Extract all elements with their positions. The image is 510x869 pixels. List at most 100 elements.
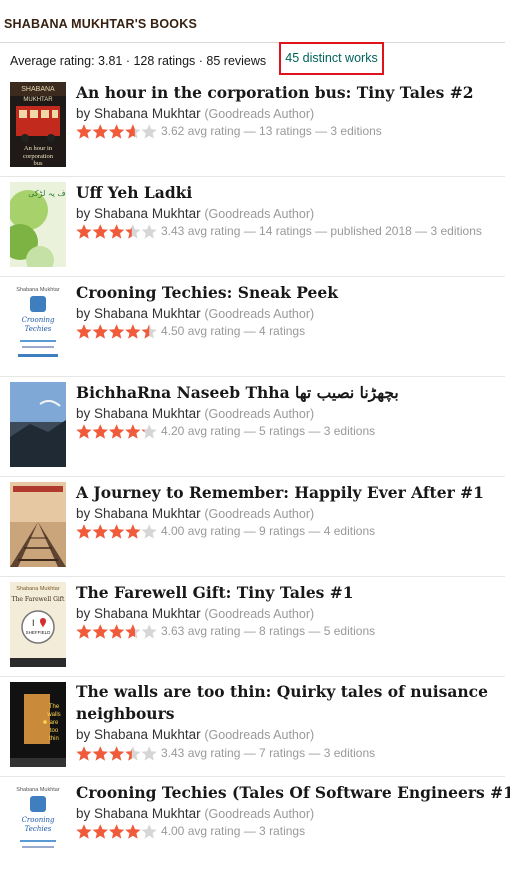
star-rating bbox=[76, 224, 157, 239]
svg-text:The: The bbox=[49, 704, 60, 710]
book-title-link[interactable]: BichhaRna Naseeb Thha بچھڑنا نصیب تھا bbox=[76, 383, 399, 402]
book-cover[interactable]: اف یہ لڑکی bbox=[10, 182, 66, 267]
book-title-link[interactable]: The walls are too thin: Quirky tales of … bbox=[76, 681, 496, 725]
cover-text: Shabana Mukhtar bbox=[16, 787, 60, 793]
star-icon bbox=[141, 746, 157, 761]
book-cover[interactable]: Shabana Mukhtar Crooning Techies bbox=[10, 782, 66, 867]
row-divider bbox=[0, 576, 505, 577]
star-icon-filled bbox=[92, 624, 108, 639]
author-link[interactable]: Shabana Mukhtar bbox=[94, 406, 201, 421]
cover-text: Shabana Mukhtar bbox=[16, 586, 60, 592]
star-icon-filled bbox=[108, 746, 125, 761]
svg-text:I: I bbox=[32, 618, 35, 628]
row-divider bbox=[0, 776, 505, 777]
star-icon bbox=[141, 624, 157, 639]
star-icon-filled bbox=[92, 324, 108, 339]
svg-text:thin: thin bbox=[49, 736, 59, 742]
author-link[interactable]: Shabana Mukhtar bbox=[94, 506, 201, 521]
book-cover[interactable]: Shabana Mukhtar The Farewell Gift I SHEF… bbox=[10, 582, 66, 667]
author-stats: Average rating: 3.81 · 128 ratings · 85 … bbox=[10, 54, 267, 68]
star-icon-filled bbox=[76, 124, 92, 139]
star-icon bbox=[141, 224, 157, 239]
row-divider bbox=[0, 476, 505, 477]
star-rating bbox=[76, 324, 157, 339]
rating-meta: 4.20 avg rating — 5 ratings — 3 editions bbox=[161, 424, 376, 438]
star-icon-filled bbox=[92, 224, 108, 239]
author-link[interactable]: Shabana Mukhtar bbox=[94, 106, 201, 121]
cover-text: MUKHTAR bbox=[23, 97, 53, 103]
author-tag: (Goodreads Author) bbox=[204, 807, 315, 821]
svg-text:bus: bus bbox=[33, 160, 43, 167]
star-rating bbox=[76, 124, 157, 139]
book-cover[interactable]: Shabana Mukhtar Crooning Techies bbox=[10, 282, 66, 367]
star-icon-filled bbox=[76, 824, 92, 839]
star-icon-filled bbox=[108, 524, 125, 539]
row-divider bbox=[0, 376, 505, 377]
book-title-link[interactable]: Crooning Techies: Sneak Peek bbox=[76, 283, 338, 302]
author-link[interactable]: Shabana Mukhtar bbox=[94, 306, 201, 321]
book-byline: by Shabana Mukhtar (Goodreads Author) bbox=[76, 506, 315, 521]
star-icon bbox=[141, 124, 157, 139]
book-title-link[interactable]: A Journey to Remember: Happily Ever Afte… bbox=[76, 483, 484, 502]
star-icon-filled bbox=[76, 424, 92, 439]
star-icon bbox=[141, 824, 157, 839]
book-cover[interactable]: The walls are too thin bbox=[10, 682, 66, 767]
book-cover[interactable]: SHABANA MUKHTAR An hour in corporation b… bbox=[10, 82, 66, 167]
star-rating bbox=[76, 746, 157, 761]
book-byline: by Shabana Mukhtar (Goodreads Author) bbox=[76, 306, 315, 321]
book-cover[interactable] bbox=[10, 382, 66, 467]
cover-text: اف یہ لڑکی bbox=[28, 189, 66, 198]
row-divider bbox=[0, 176, 505, 177]
star-icon-filled bbox=[76, 224, 92, 239]
book-byline: by Shabana Mukhtar (Goodreads Author) bbox=[76, 606, 315, 621]
svg-text:Crooning: Crooning bbox=[22, 816, 55, 824]
star-icon-filled bbox=[108, 224, 125, 239]
svg-text:Techies: Techies bbox=[25, 825, 52, 833]
author-tag: (Goodreads Author) bbox=[204, 107, 315, 121]
book-byline: by Shabana Mukhtar (Goodreads Author) bbox=[76, 206, 315, 221]
author-tag: (Goodreads Author) bbox=[204, 607, 315, 621]
author-tag: (Goodreads Author) bbox=[204, 728, 315, 742]
star-icon-filled bbox=[125, 824, 141, 839]
book-cover[interactable] bbox=[10, 482, 66, 567]
book-title-link[interactable]: An hour in the corporation bus: Tiny Tal… bbox=[76, 83, 474, 102]
book-byline: by Shabana Mukhtar (Goodreads Author) bbox=[76, 806, 315, 821]
star-rating bbox=[76, 624, 157, 639]
star-icon-filled bbox=[92, 824, 108, 839]
star-icon-filled bbox=[92, 424, 108, 439]
star-icon-filled bbox=[76, 746, 92, 761]
author-tag: (Goodreads Author) bbox=[204, 407, 315, 421]
book-byline: by Shabana Mukhtar (Goodreads Author) bbox=[76, 106, 315, 121]
svg-text:corporation: corporation bbox=[23, 153, 54, 160]
star-rating bbox=[76, 424, 157, 439]
rating-meta: 3.63 avg rating — 8 ratings — 5 editions bbox=[161, 624, 376, 638]
rating-meta: 3.62 avg rating — 13 ratings — 3 edition… bbox=[161, 124, 382, 138]
svg-text:are: are bbox=[50, 720, 59, 726]
author-link[interactable]: Shabana Mukhtar bbox=[94, 806, 201, 821]
distinct-works-link[interactable]: 45 distinct works bbox=[279, 42, 384, 75]
author-link[interactable]: Shabana Mukhtar bbox=[94, 606, 201, 621]
star-icon-filled bbox=[108, 324, 125, 339]
star-icon-filled bbox=[92, 124, 108, 139]
rating-meta: 3.43 avg rating — 14 ratings — published… bbox=[161, 224, 482, 238]
star-icon-filled bbox=[76, 524, 92, 539]
book-byline: by Shabana Mukhtar (Goodreads Author) bbox=[76, 727, 315, 742]
book-title-link[interactable]: The Farewell Gift: Tiny Tales #1 bbox=[76, 583, 354, 602]
author-link[interactable]: Shabana Mukhtar bbox=[94, 727, 201, 742]
author-tag: (Goodreads Author) bbox=[204, 307, 315, 321]
star-icon-filled bbox=[125, 424, 141, 439]
rating-meta: 4.50 avg rating — 4 ratings bbox=[161, 324, 306, 338]
book-byline: by Shabana Mukhtar (Goodreads Author) bbox=[76, 406, 315, 421]
row-divider bbox=[0, 676, 505, 677]
svg-text:An hour in: An hour in bbox=[24, 145, 53, 152]
header-divider bbox=[0, 42, 505, 43]
cover-text: SHEFFIELD bbox=[26, 630, 52, 635]
book-title-link[interactable]: Crooning Techies (Tales Of Software Engi… bbox=[76, 783, 510, 802]
svg-text:The Farewell Gift: The Farewell Gift bbox=[12, 596, 65, 603]
star-icon-filled bbox=[92, 746, 108, 761]
author-tag: (Goodreads Author) bbox=[204, 507, 315, 521]
book-title-link[interactable]: Uff Yeh Ladki bbox=[76, 183, 192, 202]
author-link[interactable]: Shabana Mukhtar bbox=[94, 206, 201, 221]
star-icon-filled bbox=[76, 624, 92, 639]
star-rating bbox=[76, 524, 157, 539]
